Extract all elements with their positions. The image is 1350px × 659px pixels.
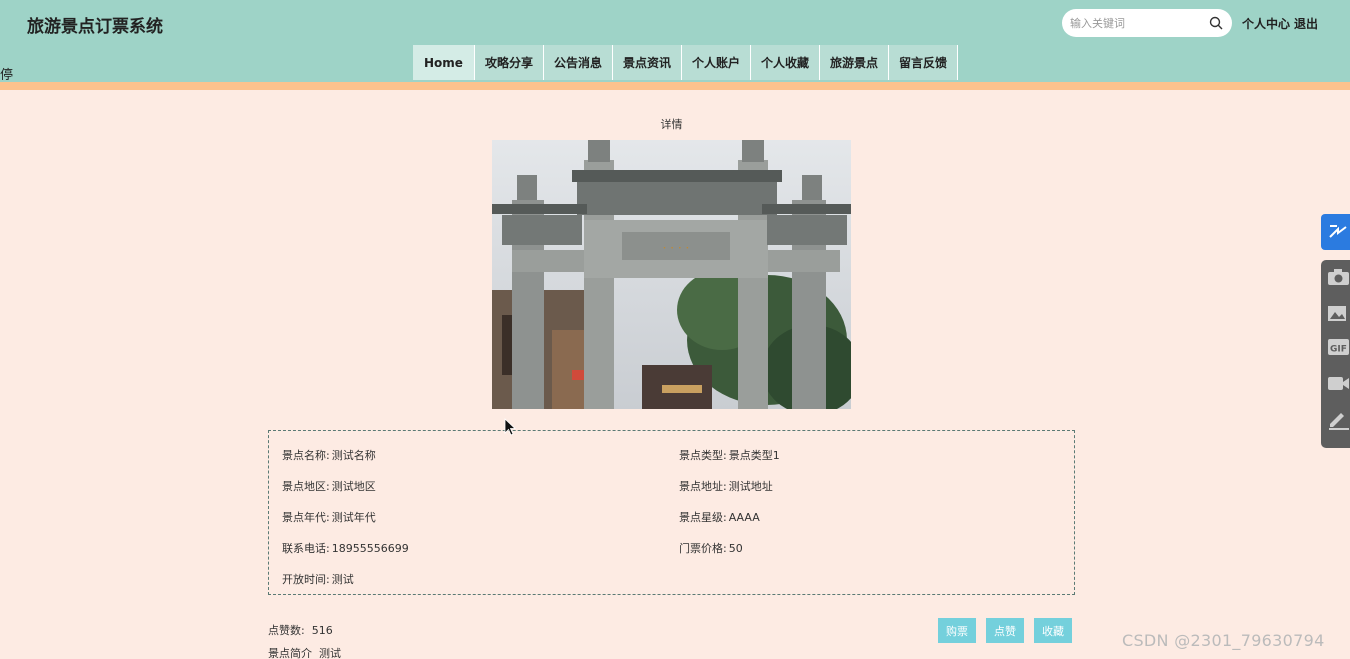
nav-home[interactable]: Home [413, 45, 475, 80]
info-rating: 景点星级: AAAA [679, 509, 760, 525]
info-type-value: 景点类型1 [728, 449, 780, 462]
main-nav: Home 攻略分享 公告消息 景点资讯 个人账户 个人收藏 旅游景点 留言反馈 [413, 45, 959, 80]
share-tool[interactable] [1321, 214, 1350, 250]
video-icon[interactable] [1327, 372, 1350, 394]
info-address: 景点地址: 测试地址 [679, 478, 773, 494]
pen-icon[interactable] [1327, 408, 1350, 430]
likes-value: 516 [311, 624, 333, 637]
attraction-photo: · · · · [492, 140, 851, 409]
site-title: 旅游景点订票系统 [27, 17, 163, 37]
info-region: 景点地区: 测试地区 [282, 478, 376, 494]
intro-label: 景点简介 [268, 647, 312, 659]
image-icon[interactable] [1327, 302, 1350, 324]
nav-feedback[interactable]: 留言反馈 [889, 45, 959, 80]
info-region-value: 测试地区 [331, 480, 376, 493]
info-phone: 联系电话: 18955556699 [282, 540, 409, 556]
nav-favorites[interactable]: 个人收藏 [751, 45, 821, 80]
info-phone-label: 联系电话: [282, 542, 330, 555]
search-input[interactable] [1070, 15, 1210, 31]
likes-count: 点赞数: 516 [268, 622, 333, 638]
camera-icon[interactable] [1327, 266, 1350, 288]
capture-toolbar: GIF [1321, 260, 1350, 448]
accent-bar [0, 82, 1350, 90]
info-price: 门票价格: 50 [679, 540, 743, 556]
buy-ticket-button[interactable]: 购票 [938, 618, 976, 643]
like-button[interactable]: 点赞 [986, 618, 1024, 643]
info-region-label: 景点地区: [282, 480, 330, 493]
info-name-value: 测试名称 [331, 449, 376, 462]
search-box[interactable] [1062, 9, 1232, 37]
nav-account[interactable]: 个人账户 [681, 45, 751, 80]
info-name: 景点名称: 测试名称 [282, 447, 376, 463]
info-name-label: 景点名称: [282, 449, 330, 462]
watermark: CSDN @2301_79630794 [1122, 631, 1325, 650]
svg-text:GIF: GIF [1330, 345, 1347, 355]
nav-news[interactable]: 景点资讯 [612, 45, 682, 80]
nav-attractions[interactable]: 旅游景点 [820, 45, 890, 80]
attraction-info-box: 景点名称: 测试名称 景点类型: 景点类型1 景点地区: 测试地区 景点地址: 测试地址… [268, 430, 1075, 595]
nav-strategy[interactable]: 攻略分享 [474, 45, 544, 80]
info-rating-value: AAAA [728, 511, 760, 524]
favorite-button[interactable]: 收藏 [1034, 618, 1072, 643]
info-era-label: 景点年代: [282, 511, 330, 524]
info-hours-value: 测试 [331, 573, 354, 586]
side-glyph: 停 [0, 68, 14, 83]
svg-text:· · · ·: · · · · [663, 241, 690, 255]
info-hours: 开放时间: 测试 [282, 571, 354, 587]
info-address-value: 测试地址 [728, 480, 773, 493]
gif-icon[interactable]: GIF [1327, 336, 1350, 358]
logout-link[interactable]: 退出 [1294, 15, 1318, 32]
top-header: 旅游景点订票系统 停 个人中心 退出 Home 攻略分享 公告消息 景点资讯 个… [0, 0, 1350, 83]
mouse-cursor-icon [504, 418, 516, 436]
intro-value: 测试 [319, 647, 341, 659]
info-era-value: 测试年代 [331, 511, 376, 524]
info-rating-label: 景点星级: [679, 511, 727, 524]
intro: 景点简介 测试 [268, 645, 341, 659]
user-center-link[interactable]: 个人中心 [1242, 15, 1290, 32]
likes-label: 点赞数: [268, 624, 305, 637]
nav-notice[interactable]: 公告消息 [543, 45, 613, 80]
info-type-label: 景点类型: [679, 449, 727, 462]
info-type: 景点类型: 景点类型1 [679, 447, 780, 463]
info-price-value: 50 [728, 542, 743, 555]
info-address-label: 景点地址: [679, 480, 727, 493]
share-icon [1329, 225, 1347, 238]
detail-title: 详情 [660, 118, 683, 131]
search-icon[interactable] [1209, 16, 1223, 30]
info-price-label: 门票价格: [679, 542, 727, 555]
info-phone-value: 18955556699 [331, 542, 409, 555]
info-hours-label: 开放时间: [282, 573, 330, 586]
info-era: 景点年代: 测试年代 [282, 509, 376, 525]
